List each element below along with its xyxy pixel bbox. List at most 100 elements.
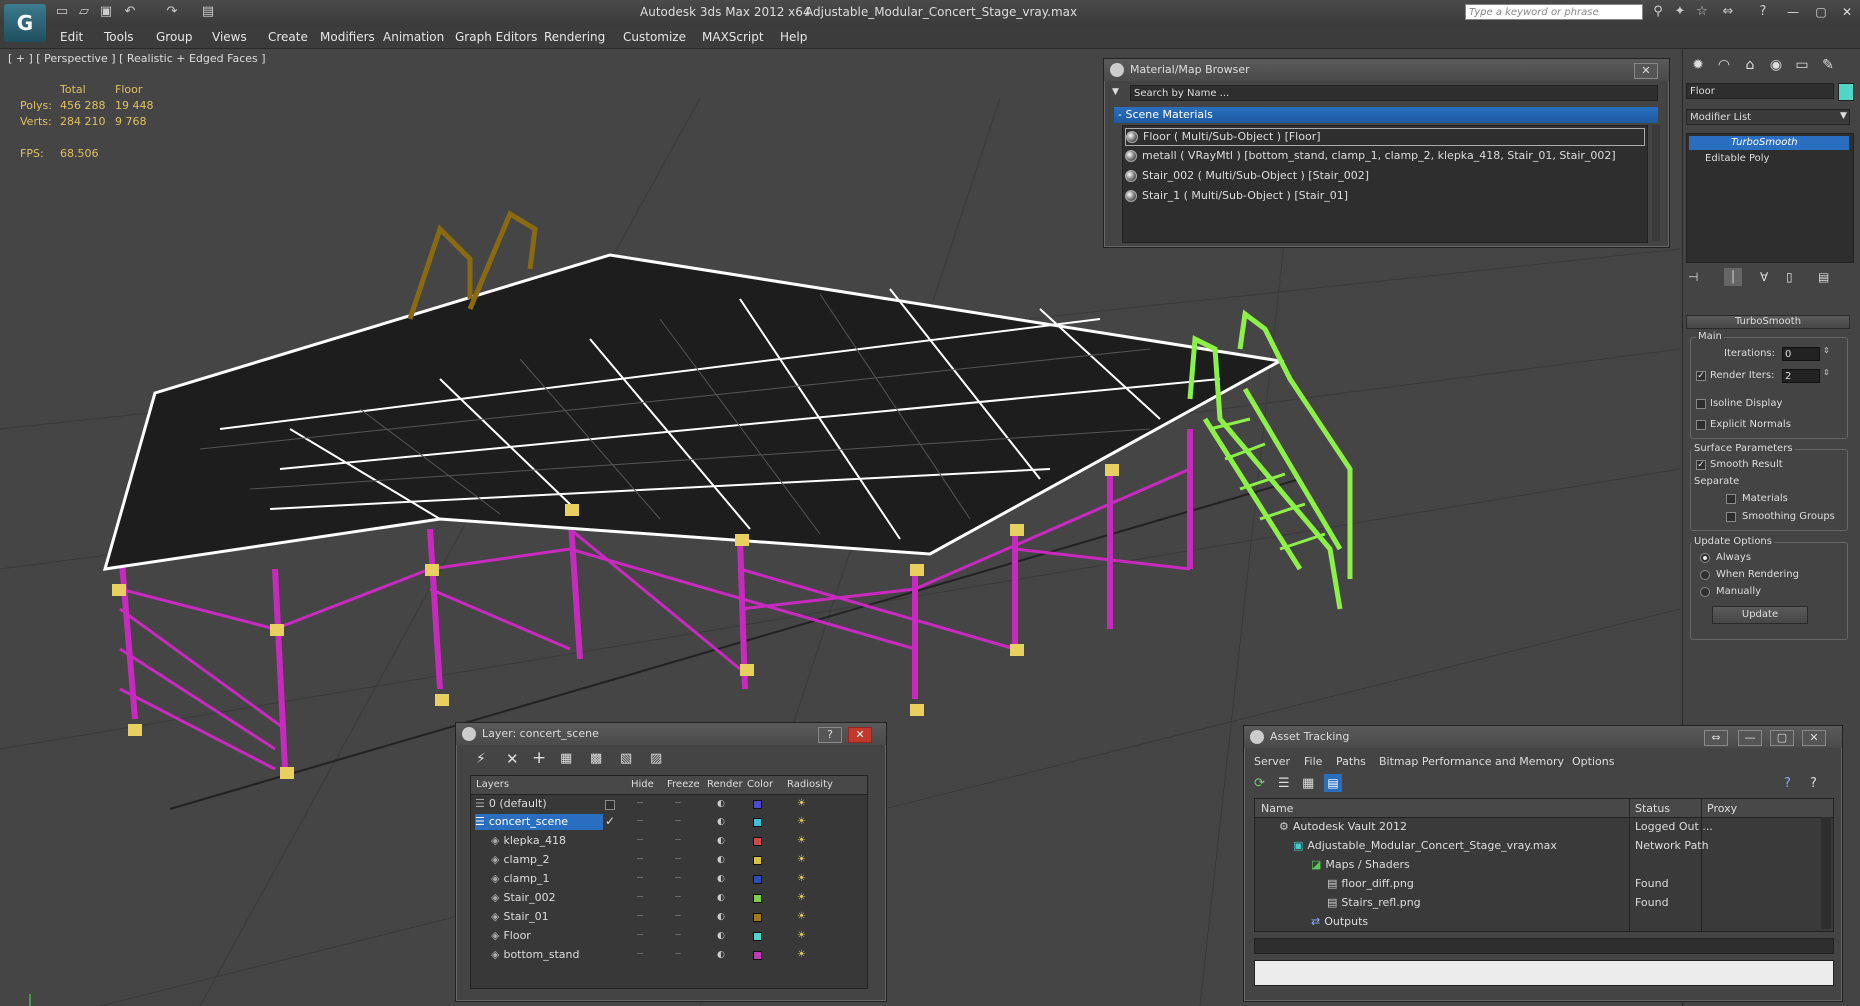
asset-col-proxy[interactable]: Proxy (1707, 802, 1737, 815)
layer-color-swatch[interactable] (753, 913, 762, 922)
new-file-icon[interactable]: ▭ (54, 4, 70, 20)
layer-color-swatch[interactable] (753, 818, 762, 827)
create-layer-icon[interactable]: ⚡ (476, 751, 486, 767)
asset-row-vault[interactable]: ⚙ Autodesk Vault 2012 (1279, 819, 1407, 835)
asset-menu-options[interactable]: Options (1572, 755, 1614, 768)
menu-rendering[interactable]: Rendering (544, 30, 605, 44)
layer-freeze-toggle[interactable]: ┄ (675, 816, 681, 827)
asset-menu-server[interactable]: Server (1254, 755, 1290, 768)
layer-hide-toggle[interactable]: ┄ (637, 949, 643, 960)
radiosity-icon[interactable]: ☀ (797, 854, 806, 865)
layer-row-clamp-2[interactable]: ◈ clamp_2 (491, 852, 550, 868)
layer-row-concert-scene[interactable]: ☰ concert_scene (475, 814, 603, 830)
layer-hide-toggle[interactable]: ┄ (637, 854, 643, 865)
isoline-display-checkbox[interactable] (1696, 399, 1706, 409)
create-tab-icon[interactable]: ✹ (1686, 54, 1710, 76)
browser-options-icon[interactable]: ▼ (1112, 87, 1122, 97)
hierarchy-tab-icon[interactable]: ⌂ (1738, 54, 1762, 76)
asset-help-icon[interactable]: ? (1810, 776, 1817, 791)
keyword-search-input[interactable]: Type a keyword or phrase (1465, 4, 1643, 20)
app-logo-button[interactable]: G (4, 4, 46, 42)
material-item-stair-002[interactable]: Stair_002 ( Multi/Sub-Object ) [Stair_00… (1125, 168, 1369, 184)
layer-hide-toggle[interactable]: ┄ (637, 873, 643, 884)
layer-freeze-toggle[interactable]: ┄ (675, 892, 681, 903)
layer-color-swatch[interactable] (753, 875, 762, 884)
radiosity-icon[interactable]: ☀ (797, 798, 806, 809)
add-to-layer-icon[interactable]: + (532, 748, 546, 768)
update-when-rendering-radio[interactable] (1700, 570, 1710, 580)
layer-row-stair-002[interactable]: ◈ Stair_002 (491, 890, 556, 906)
layer-freeze-toggle[interactable]: ┄ (675, 873, 681, 884)
layer-row-stair-01[interactable]: ◈ Stair_01 (491, 909, 549, 925)
asset-row-floor-diff[interactable]: ▤ floor_diff.png (1327, 876, 1414, 892)
col-freeze[interactable]: Freeze (667, 779, 700, 790)
redo-icon[interactable]: ↷ (164, 4, 180, 20)
layer-freeze-toggle[interactable]: ┄ (675, 911, 681, 922)
motion-tab-icon[interactable]: ◉ (1764, 54, 1788, 76)
layer-row-bottom-stand[interactable]: ◈ bottom_stand (491, 947, 580, 963)
menu-modifiers[interactable]: Modifiers (320, 30, 375, 44)
delete-layer-icon[interactable]: ✕ (506, 750, 519, 768)
help-icon[interactable]: ? (1755, 4, 1771, 20)
turbosmooth-rollout-header[interactable]: TurboSmooth (1686, 315, 1850, 329)
vault-help-icon[interactable]: ? (1784, 776, 1791, 791)
layer-color-swatch[interactable] (753, 800, 762, 809)
menu-graph-editors[interactable]: Graph Editors (455, 30, 537, 44)
layer-color-swatch[interactable] (753, 932, 762, 941)
asset-maximize-icon[interactable]: ▢ (1770, 730, 1794, 746)
layer-freeze-toggle[interactable]: ┄ (675, 930, 681, 941)
material-item-metall[interactable]: metall ( VRayMtl ) [bottom_stand, clamp_… (1125, 148, 1616, 164)
exchange-icon[interactable]: ⇔ (1720, 4, 1736, 20)
refresh-icon[interactable]: ⟳ (1254, 776, 1265, 791)
material-browser-close-icon[interactable]: ✕ (1634, 63, 1658, 79)
col-layers[interactable]: Layers (476, 779, 509, 790)
thumbnail-view-icon[interactable]: ▦ (1302, 776, 1314, 791)
radiosity-icon[interactable]: ☀ (797, 911, 806, 922)
modify-tab-icon[interactable]: ◠ (1712, 54, 1736, 76)
asset-row-max-file[interactable]: ▣ Adjustable_Modular_Concert_Stage_vray.m… (1293, 838, 1557, 854)
update-manually-radio[interactable] (1700, 587, 1710, 597)
asset-menu-paths[interactable]: Paths (1336, 755, 1366, 768)
menu-create[interactable]: Create (268, 30, 308, 44)
configure-sets-icon[interactable]: ▤ (1818, 270, 1829, 284)
menu-maxscript[interactable]: MAXScript (702, 30, 764, 44)
undo-icon[interactable]: ↶ (122, 4, 138, 20)
layer-hide-toggle[interactable]: ┄ (637, 835, 643, 846)
modifier-list-dropdown[interactable]: Modifier List (1686, 109, 1850, 125)
asset-minimize-icon[interactable]: — (1738, 730, 1762, 746)
col-render[interactable]: Render (707, 779, 743, 790)
layer-close-icon[interactable]: ✕ (848, 727, 872, 743)
layer-color-swatch[interactable] (753, 894, 762, 903)
update-button[interactable]: Update (1712, 606, 1808, 624)
spinner-arrows-icon[interactable]: ⇕ (1823, 368, 1830, 377)
material-search-input[interactable]: Search by Name ... (1130, 85, 1658, 101)
radiosity-icon[interactable]: ☀ (797, 892, 806, 903)
radiosity-icon[interactable]: ☀ (797, 873, 806, 884)
layer-row-klepka-418[interactable]: ◈ klepka_418 (491, 833, 566, 849)
radiosity-icon[interactable]: ☀ (797, 835, 806, 846)
menu-tools[interactable]: Tools (104, 30, 134, 44)
menu-group[interactable]: Group (156, 30, 193, 44)
list-view-icon[interactable]: ☰ (1278, 776, 1290, 791)
layer-hide-toggle[interactable]: ┄ (637, 892, 643, 903)
layer-freeze-toggle[interactable]: ┄ (675, 835, 681, 846)
teapot-render-icon[interactable]: ◐ (717, 931, 725, 941)
freeze-all-icon[interactable]: ▨ (650, 751, 662, 766)
material-item-stair-1[interactable]: Stair_1 ( Multi/Sub-Object ) [Stair_01] (1125, 188, 1348, 204)
layer-freeze-toggle[interactable]: ┄ (675, 798, 681, 809)
hide-all-icon[interactable]: ▧ (620, 751, 632, 766)
render-iters-checkbox[interactable]: ✓ (1696, 371, 1706, 381)
layer-freeze-toggle[interactable]: ┄ (675, 854, 681, 865)
asset-horizontal-scrollbar[interactable] (1254, 938, 1834, 954)
project-folder-icon[interactable]: ▤ (200, 4, 216, 20)
asset-row-stairs-refl[interactable]: ▤ Stairs_refl.png (1327, 895, 1421, 911)
menu-edit[interactable]: Edit (60, 30, 83, 44)
asset-dock-icon[interactable]: ⇔ (1704, 730, 1728, 746)
teapot-render-icon[interactable]: ◐ (717, 799, 725, 809)
layer-color-swatch[interactable] (753, 856, 762, 865)
layer-row-clamp-1[interactable]: ◈ clamp_1 (491, 871, 550, 887)
asset-path-field[interactable] (1254, 960, 1834, 986)
menu-animation[interactable]: Animation (383, 30, 444, 44)
layer-color-swatch[interactable] (753, 951, 762, 960)
material-item-floor[interactable]: Floor ( Multi/Sub-Object ) [Floor] (1125, 128, 1645, 146)
